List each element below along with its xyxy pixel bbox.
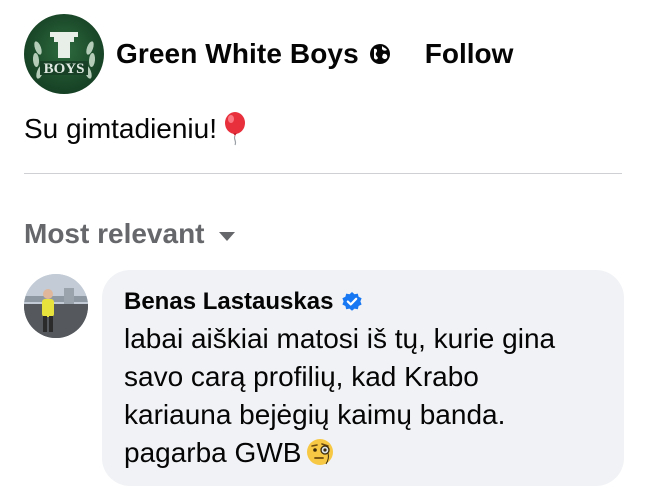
comment-line: savo carą profilių, kad Krabo [124, 361, 479, 392]
avatar-text: BOYS [44, 61, 85, 77]
balloon-icon [223, 112, 247, 146]
page-name[interactable]: Green White Boys [116, 38, 359, 70]
facebook-post-screen: BOYS Green White Boys Follow Su gimtadie… [0, 0, 650, 498]
post-body: Su gimtadieniu! [24, 112, 247, 146]
globe-icon [369, 43, 391, 65]
comment-line-text: pagarba GWB [124, 437, 302, 468]
comment-sort-dropdown[interactable]: Most relevant [24, 218, 235, 250]
follow-button[interactable]: Follow [425, 38, 514, 70]
post-text: Su gimtadieniu! [24, 113, 218, 144]
comment-author[interactable]: Benas Lastauskas [124, 288, 333, 316]
comment-line-last: pagarba GWB [124, 434, 614, 472]
comment-bubble: Benas Lastauskas labai aiškiai matosi iš… [102, 270, 624, 486]
face-with-monocle-emoji-icon [305, 437, 335, 467]
comment-line: kariauna bejėgių kaimų banda. [124, 399, 506, 430]
divider [24, 173, 622, 174]
avatar-text-layer: BOYS [44, 61, 85, 77]
caret-down-icon [218, 231, 235, 241]
sort-label: Most relevant [24, 218, 205, 249]
commenter-avatar[interactable] [24, 274, 88, 338]
comment-line: labai aiškiai matosi iš tų, kurie gina [124, 323, 556, 354]
comment-author-row: Benas Lastauskas [124, 288, 363, 316]
post-header: BOYS Green White Boys Follow [24, 14, 513, 94]
page-avatar[interactable]: BOYS [24, 14, 104, 94]
verified-badge-icon [341, 291, 363, 313]
comment-text: labai aiškiai matosi iš tų, kurie gina s… [124, 320, 614, 472]
